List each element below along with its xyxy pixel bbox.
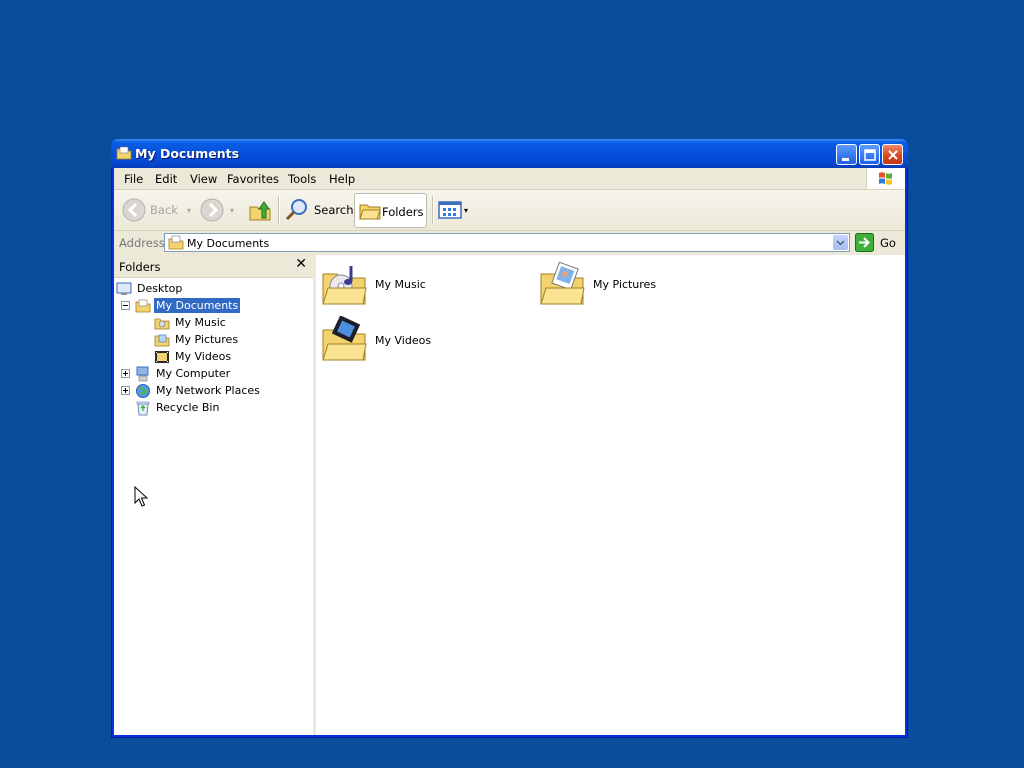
- my-documents-icon: [168, 235, 184, 250]
- address-value: My Documents: [187, 237, 270, 250]
- tree-label: My Videos: [175, 350, 232, 363]
- folder-item-label: My Music: [375, 277, 426, 291]
- folders-label: Folders: [382, 205, 424, 219]
- go-arrow-icon: [855, 233, 874, 252]
- views-dropdown-icon: ▾: [464, 205, 469, 215]
- back-dropdown-icon[interactable]: ▾: [187, 206, 191, 215]
- tree-label: My Network Places: [156, 384, 260, 397]
- tree-item-recycle-bin[interactable]: Recycle Bin: [135, 399, 221, 416]
- windows-logo: [866, 168, 905, 189]
- tree-item-my-computer[interactable]: My Computer: [135, 365, 232, 382]
- music-folder-icon: [154, 318, 170, 329]
- window-title: My Documents: [135, 146, 240, 161]
- views-icon: [438, 201, 462, 219]
- address-bar: Address My Documents Go: [114, 231, 905, 254]
- pictures-folder-icon: [540, 261, 585, 305]
- tree-item-my-videos[interactable]: My Videos: [154, 348, 233, 365]
- tree-label: My Music: [175, 316, 226, 329]
- tree-label: Desktop: [137, 282, 183, 295]
- desktop-icon: [116, 282, 132, 295]
- search-label: Search: [314, 203, 354, 217]
- pictures-folder-icon: [154, 334, 170, 346]
- my-documents-icon: [116, 146, 132, 160]
- forward-dropdown-icon[interactable]: ▾: [230, 206, 234, 215]
- folder-item-my-pictures[interactable]: My Pictures: [539, 260, 656, 308]
- window-client-area: File Edit View Favorites Tools Help Back…: [114, 168, 905, 735]
- folder-item-my-videos[interactable]: My Videos: [321, 316, 431, 364]
- folders-pane-title: Folders: [119, 260, 161, 274]
- back-button[interactable]: Back ▾: [122, 194, 191, 226]
- address-label: Address: [119, 236, 165, 250]
- close-icon[interactable]: ✕: [295, 256, 307, 272]
- search-button[interactable]: Search: [284, 194, 354, 226]
- up-folder-icon: [249, 201, 271, 221]
- tree-label: My Pictures: [175, 333, 239, 346]
- back-arrow-icon: [122, 198, 146, 222]
- recycle-bin-icon: [136, 401, 150, 415]
- toolbar-separator: [432, 196, 433, 224]
- address-input[interactable]: My Documents: [164, 233, 850, 252]
- menu-bar: File Edit View Favorites Tools Help: [114, 168, 905, 190]
- go-button[interactable]: Go: [855, 233, 896, 252]
- videos-folder-icon: [322, 316, 367, 361]
- explorer-window: My Documents File Edit View Favorites To…: [111, 139, 908, 738]
- network-places-icon: [136, 383, 150, 398]
- chevron-down-icon: [836, 240, 845, 246]
- folder-item-label: My Videos: [375, 333, 432, 347]
- expand-toggle-icon[interactable]: [121, 369, 130, 378]
- my-documents-icon: [135, 299, 151, 312]
- collapse-toggle-icon[interactable]: [121, 301, 130, 310]
- tree-item-my-network-places[interactable]: My Network Places: [135, 382, 262, 399]
- tree-label: My Documents: [154, 298, 241, 313]
- back-label: Back: [150, 203, 178, 217]
- address-dropdown-button[interactable]: [833, 235, 848, 250]
- toolbar: Back ▾ ▾ Search Folders ▾: [114, 190, 905, 231]
- folders-pane-header: Folders ✕: [114, 255, 313, 278]
- forward-button[interactable]: ▾: [200, 194, 234, 226]
- views-button[interactable]: ▾: [438, 194, 468, 226]
- menu-tools[interactable]: Tools: [288, 172, 316, 186]
- expand-toggle-icon[interactable]: [121, 386, 130, 395]
- toolbar-separator: [278, 196, 279, 224]
- maximize-button[interactable]: [859, 144, 880, 165]
- up-folder-button[interactable]: [248, 194, 272, 226]
- menu-edit[interactable]: Edit: [155, 172, 177, 186]
- maximize-icon: [864, 149, 876, 161]
- folder-item-my-music[interactable]: My Music: [321, 260, 426, 308]
- computer-icon: [136, 366, 149, 381]
- tree-item-my-pictures[interactable]: My Pictures: [154, 331, 240, 348]
- mouse-pointer-icon: [134, 486, 148, 507]
- folder-contents-view: My Music My Pictures My Videos: [316, 255, 905, 735]
- menu-view[interactable]: View: [190, 172, 217, 186]
- folders-icon: [359, 204, 381, 220]
- tree-label: My Computer: [156, 367, 231, 380]
- music-folder-icon: [322, 266, 367, 305]
- minimize-button[interactable]: [836, 144, 857, 165]
- menu-favorites[interactable]: Favorites: [227, 172, 279, 186]
- tree-item-my-documents[interactable]: My Documents: [135, 297, 241, 314]
- go-label: Go: [880, 235, 896, 250]
- tree-item-my-music[interactable]: My Music: [154, 314, 228, 331]
- close-icon: [888, 150, 898, 160]
- tree-item-desktop[interactable]: Desktop: [116, 280, 184, 297]
- title-bar[interactable]: My Documents: [111, 139, 908, 168]
- close-button[interactable]: [882, 144, 903, 165]
- minimize-icon: [842, 158, 849, 161]
- folders-button[interactable]: Folders: [354, 193, 427, 228]
- forward-arrow-icon: [200, 198, 224, 222]
- search-icon: [285, 199, 307, 221]
- videos-folder-icon: [155, 350, 169, 363]
- menu-file[interactable]: File: [124, 172, 143, 186]
- menu-help[interactable]: Help: [329, 172, 355, 186]
- folder-item-label: My Pictures: [593, 277, 657, 291]
- tree-label: Recycle Bin: [156, 401, 220, 414]
